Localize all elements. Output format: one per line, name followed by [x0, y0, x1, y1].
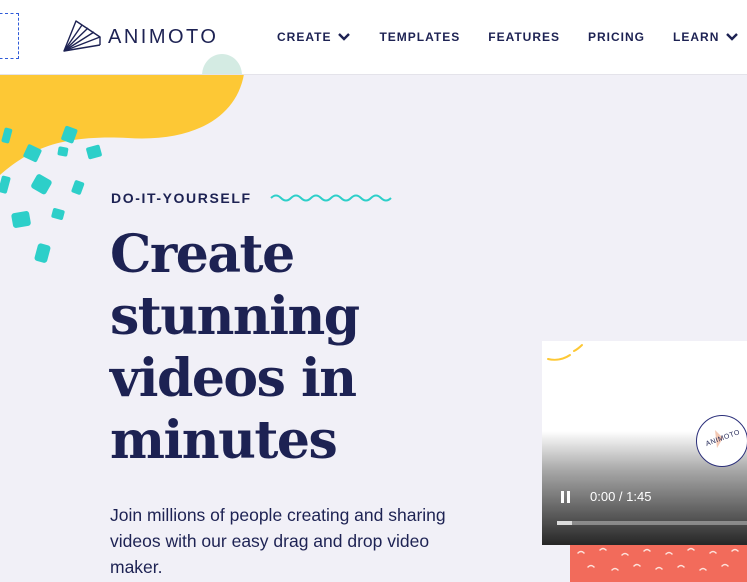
hero-description: Join millions of people creating and sha… [110, 505, 446, 577]
yellow-blob [0, 74, 244, 175]
logo-text: ANIMOTO [108, 26, 219, 48]
nav-templates-label: TEMPLATES [379, 30, 461, 44]
nav-templates[interactable]: TEMPLATES [379, 30, 460, 44]
nav-create[interactable]: CREATE [277, 30, 351, 44]
mint-blob [202, 54, 242, 74]
nav-features-label: FEATURES [488, 30, 561, 44]
video-player[interactable]: ANIMOTO 0:00 / 1:45 [542, 341, 747, 545]
nav-pricing-label: PRICING [588, 30, 646, 44]
coral-squiggles [577, 547, 739, 571]
nav-learn[interactable]: LEARN [673, 30, 739, 44]
video-progress-fill [557, 521, 573, 525]
video-time: 0:00 / 1:45 [590, 489, 652, 504]
hero-eyebrow: DO-IT-YOURSELF [111, 190, 252, 206]
coral-pattern-strip [570, 545, 747, 582]
squiggle-decoration [269, 194, 392, 202]
animoto-logo[interactable]: ANIMOTO [62, 16, 218, 54]
hero-eyebrow-row: DO-IT-YOURSELF [111, 190, 392, 206]
main-nav: CREATE TEMPLATES FEATURES PRICING LEARN [277, 29, 747, 45]
nav-learn-label: LEARN [673, 30, 720, 44]
video-progress-bar[interactable] [557, 521, 747, 525]
teal-brush-strokes [0, 125, 102, 263]
animoto-fan-icon [63, 20, 101, 52]
skip-link-focus[interactable] [0, 13, 19, 59]
animoto-badge: ANIMOTO [696, 415, 747, 467]
nav-create-label: CREATE [277, 30, 332, 44]
yellow-squiggle [547, 344, 583, 361]
nav-features[interactable]: FEATURES [488, 30, 560, 44]
hero-title: Create stunning videos in minutes [110, 224, 360, 471]
chevron-down-icon [338, 33, 351, 41]
nav-pricing[interactable]: PRICING [588, 30, 645, 44]
chevron-down-icon [726, 33, 739, 41]
site-header: ANIMOTO CREATE TEMPLATES FEATURES PRICIN… [0, 0, 747, 75]
pause-icon[interactable] [560, 490, 572, 504]
